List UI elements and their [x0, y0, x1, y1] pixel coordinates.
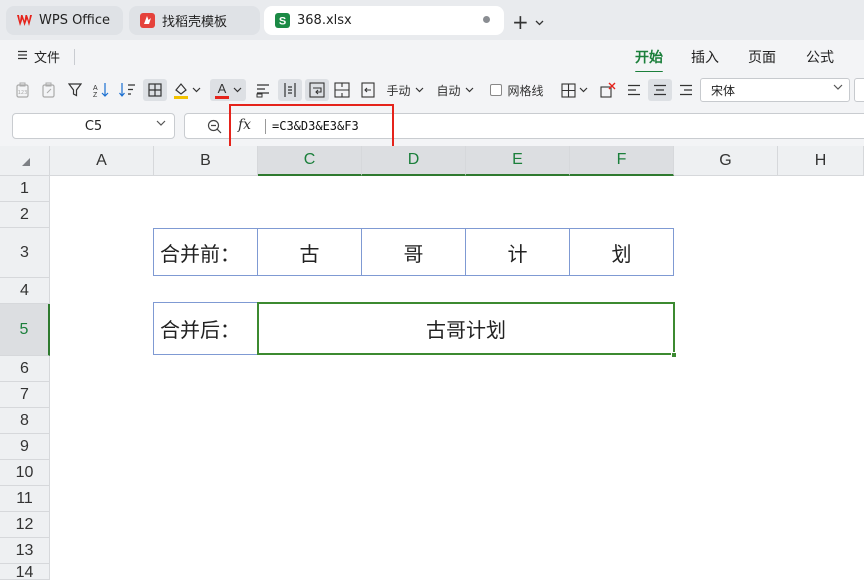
- tab-368-xlsx[interactable]: S 368.xlsx: [264, 6, 504, 35]
- filter-icon[interactable]: [64, 79, 86, 101]
- zoom-out-icon[interactable]: [207, 119, 222, 138]
- tab-wps-office[interactable]: WPS Office: [6, 6, 123, 35]
- sort-ascending-icon[interactable]: AZ: [90, 79, 114, 101]
- calc-auto-label: 自动: [436, 83, 461, 98]
- align-center-icon[interactable]: [648, 79, 672, 101]
- ribbon-tab-page[interactable]: 页面: [748, 47, 776, 67]
- select-all-corner[interactable]: [0, 146, 50, 176]
- tab-label: 368.xlsx: [297, 13, 352, 28]
- cell-reference: C5: [84, 118, 103, 134]
- cell-c5-merged[interactable]: 古哥计划: [257, 302, 675, 355]
- row-header-8[interactable]: 8: [0, 408, 50, 434]
- column-header-h[interactable]: H: [778, 146, 864, 176]
- clear-format-icon[interactable]: [596, 79, 620, 101]
- wrap-text-icon[interactable]: [305, 79, 329, 101]
- cell-f3[interactable]: 划: [569, 228, 674, 276]
- docer-logo-icon: [139, 13, 155, 29]
- new-tab-icon[interactable]: +: [512, 10, 529, 34]
- font-color-button[interactable]: A: [210, 79, 246, 101]
- wps-logo-icon: [16, 13, 32, 29]
- ribbon-tab-home[interactable]: 开始: [635, 47, 663, 73]
- align-left-icon[interactable]: [623, 79, 645, 101]
- svg-text:A: A: [93, 85, 98, 92]
- ribbon-tab-formula[interactable]: 公式: [806, 47, 834, 67]
- column-header-e[interactable]: E: [466, 146, 570, 176]
- gridlines-checkbox[interactable]: 网格线: [487, 79, 547, 101]
- row-header-6[interactable]: 6: [0, 356, 50, 382]
- merge-cells-icon[interactable]: [331, 79, 353, 101]
- formula-bar: C5 fx =C3&D3&E3&F3: [0, 108, 864, 146]
- row-header-14[interactable]: 14: [0, 564, 50, 580]
- borders-icon[interactable]: [143, 79, 167, 101]
- select-all-triangle-icon: [22, 158, 30, 166]
- menu-bar: 文件 开始 插入 页面 公式: [0, 40, 864, 73]
- svg-text:Z: Z: [93, 92, 98, 98]
- svg-text:123: 123: [18, 90, 28, 96]
- row-header-5[interactable]: 5: [0, 304, 50, 356]
- column-header-a[interactable]: A: [50, 146, 154, 176]
- cell-b5[interactable]: 合并后：: [153, 302, 258, 355]
- spreadsheet-grid[interactable]: A B C D E F G H 1 2 3 4 5 6 7 8 9 10 11 …: [0, 146, 864, 580]
- vertical-align-icon[interactable]: [278, 79, 302, 101]
- calc-manual-dropdown[interactable]: 手动: [384, 79, 426, 101]
- insert-icon[interactable]: [357, 79, 379, 101]
- column-header-f[interactable]: F: [570, 146, 674, 176]
- svg-text:S: S: [278, 16, 285, 28]
- gridlines-check-box[interactable]: [490, 84, 503, 96]
- calc-manual-label: 手动: [386, 83, 411, 98]
- row-header-2[interactable]: 2: [0, 202, 50, 228]
- column-header-g[interactable]: G: [674, 146, 778, 176]
- paste-values-icon[interactable]: 123: [12, 79, 34, 101]
- row-header-9[interactable]: 9: [0, 434, 50, 460]
- chevron-down-icon[interactable]: [156, 119, 166, 130]
- tab-list-chevron-icon[interactable]: [535, 16, 544, 29]
- tab-label: 找稻壳模板: [162, 15, 228, 30]
- align-right-icon[interactable]: [675, 79, 697, 101]
- chevron-down-icon: [833, 83, 843, 94]
- cell-b3[interactable]: 合并前：: [153, 228, 258, 276]
- column-header-d[interactable]: D: [362, 146, 466, 176]
- ribbon-tab-insert[interactable]: 插入: [691, 47, 719, 67]
- tab-close-dot-icon[interactable]: [483, 16, 490, 23]
- column-header-c[interactable]: C: [258, 146, 362, 176]
- cell-d3[interactable]: 哥: [361, 228, 466, 276]
- tab-label: WPS Office: [39, 13, 111, 28]
- fill-color-button[interactable]: [172, 79, 202, 101]
- sort-descending-icon[interactable]: [116, 79, 140, 101]
- font-name-value: 宋体: [711, 83, 736, 98]
- font-size-select[interactable]: [854, 78, 864, 102]
- cell-c3[interactable]: 古: [257, 228, 362, 276]
- sheet-file-icon: S: [274, 13, 290, 29]
- tab-docer-templates[interactable]: 找稻壳模板: [129, 6, 260, 35]
- fill-handle[interactable]: [671, 352, 677, 358]
- row-header-13[interactable]: 13: [0, 538, 50, 564]
- title-tab-bar: WPS Office 找稻壳模板 S 368.xlsx +: [0, 0, 864, 40]
- row-header-10[interactable]: 10: [0, 460, 50, 486]
- row-header-3[interactable]: 3: [0, 228, 50, 278]
- row-header-7[interactable]: 7: [0, 382, 50, 408]
- row-header-4[interactable]: 4: [0, 278, 50, 304]
- calc-auto-dropdown[interactable]: 自动: [434, 79, 476, 101]
- column-header-b[interactable]: B: [154, 146, 258, 176]
- font-name-select[interactable]: 宋体: [700, 78, 850, 102]
- paste-format-icon[interactable]: [38, 79, 60, 101]
- align-text-icon[interactable]: [252, 79, 274, 101]
- row-header-12[interactable]: 12: [0, 512, 50, 538]
- row-header-1[interactable]: 1: [0, 176, 50, 202]
- gridlines-label: 网格线: [507, 83, 544, 98]
- cell-e3[interactable]: 计: [465, 228, 570, 276]
- row-header-11[interactable]: 11: [0, 486, 50, 512]
- name-box[interactable]: C5: [12, 113, 175, 139]
- cell-style-dropdown[interactable]: [558, 79, 590, 101]
- svg-text:A: A: [218, 81, 227, 96]
